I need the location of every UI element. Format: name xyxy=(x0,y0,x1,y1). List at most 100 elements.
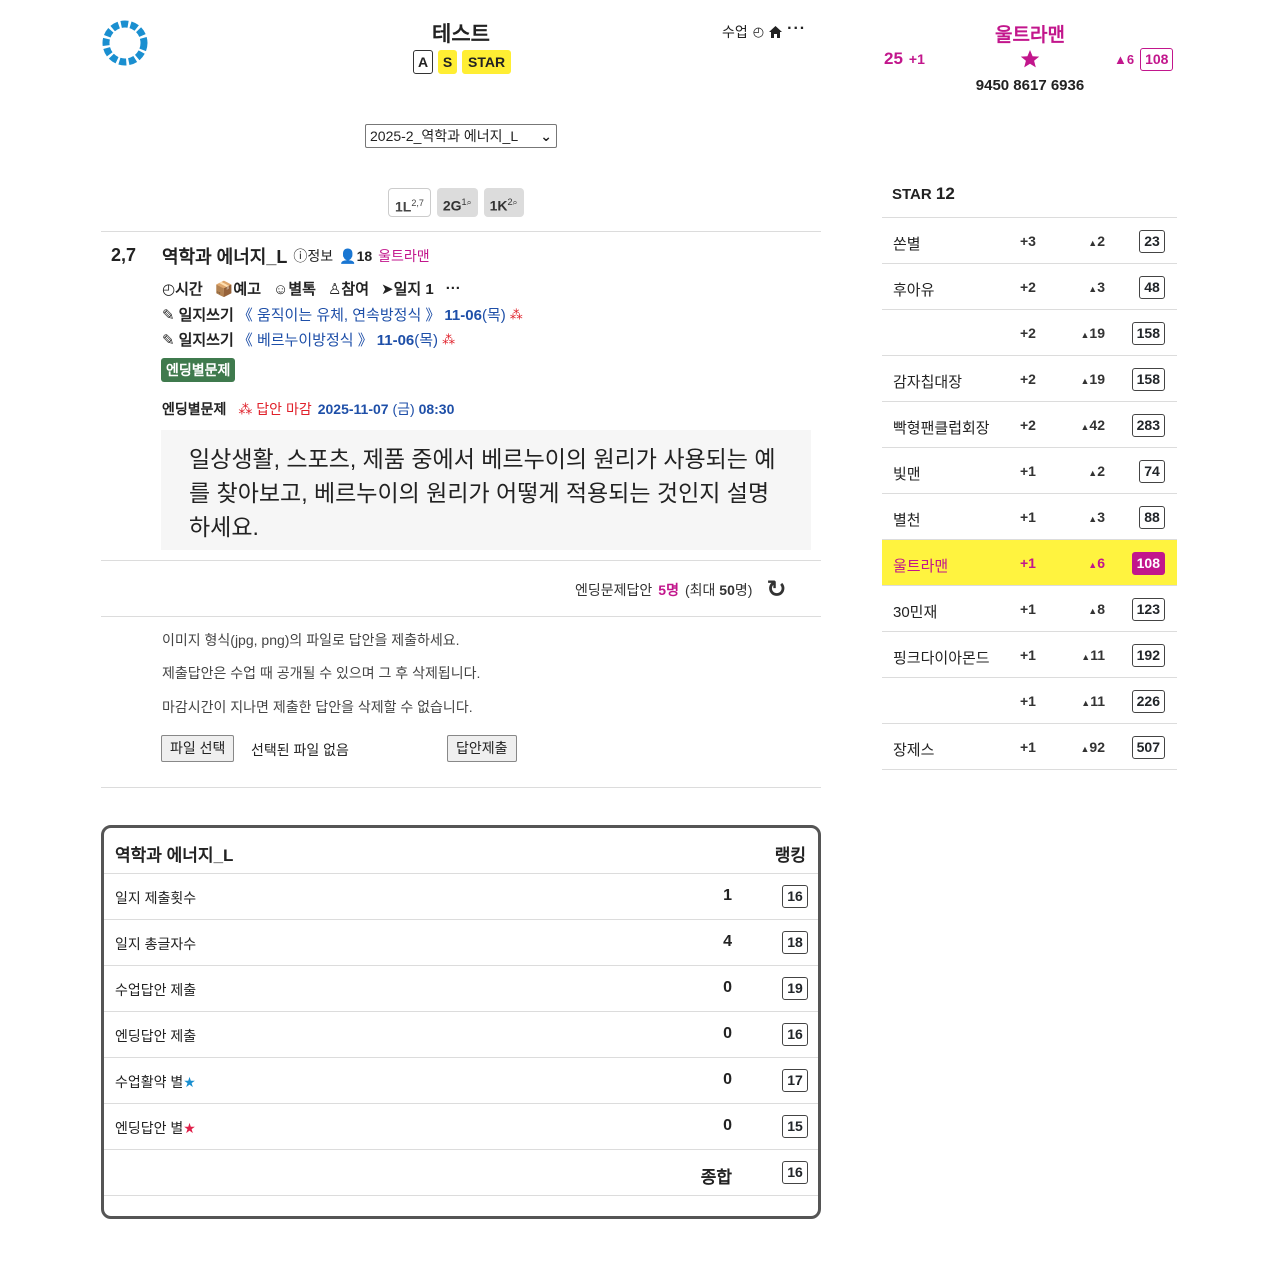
leaderboard-row[interactable]: 울트라맨 +1 ▲6 108 xyxy=(882,539,1177,585)
leaderboard-row[interactable]: 30민재 +1 ▲8 123 xyxy=(882,585,1177,631)
stats-panel: 역학과 에너지_L 랭킹 일지 제출횟수 1 16 일지 총글자수 4 18 수업답안 … xyxy=(101,825,821,1219)
level-badges: A S STAR xyxy=(413,50,512,74)
info-link[interactable]: ⓘ정보 xyxy=(293,246,333,266)
leaderboard-title: STAR 12 xyxy=(892,184,955,203)
app-title: 테스트 xyxy=(432,23,490,46)
stats-row: 엔딩답안 제출 0 16 xyxy=(104,1012,818,1058)
journal-item[interactable]: ✎ 일지쓰기 《 움직이는 유체, 연속방정식 》 11-06(목) ⁂ xyxy=(162,304,523,325)
lesson-number: 2,7 xyxy=(111,245,137,265)
file-status: 선택된 파일 없음 xyxy=(251,742,349,758)
leaderboard-row[interactable]: 빛맨 +1 ▲2 74 xyxy=(882,447,1177,493)
leaderboard-change: ▲42 xyxy=(1080,417,1106,433)
leaderboard-plus: +1 xyxy=(1020,555,1036,571)
chat-icon: ☺ xyxy=(273,281,289,298)
separate-talk-button[interactable]: ☺별톡 xyxy=(273,278,316,299)
leaderboard-row[interactable]: +2 ▲19 158 xyxy=(882,309,1177,355)
divider xyxy=(101,231,821,232)
leaderboard-plus: +2 xyxy=(1020,325,1036,341)
notice-text: 마감시간이 지나면 제출한 답안을 삭제할 수 없습니다. xyxy=(162,699,473,715)
more-menu-icon[interactable]: ··· xyxy=(787,20,806,38)
time-button[interactable]: ◴시간 xyxy=(162,278,203,299)
class-link[interactable]: 수업 xyxy=(722,22,748,42)
leaderboard-name: 핑크다이아몬드 xyxy=(893,650,990,667)
deadline-row: 엔딩별문제 ⁂ 답안 마감 2025-11-07 (금) 08:30 xyxy=(162,399,454,419)
user-score-value: 25 xyxy=(884,49,903,68)
red-star-icon: ★ xyxy=(183,1120,196,1136)
leaderboard-name: 30민재 xyxy=(893,604,938,621)
leaderboard-change: ▲11 xyxy=(1081,693,1105,709)
leaderboard-row[interactable]: 빡형팬클럽회장 +2 ▲42 283 xyxy=(882,401,1177,447)
stats-row: 일지 총글자수 4 18 xyxy=(104,920,818,966)
leaderboard-change: ▲92 xyxy=(1080,739,1106,755)
book-icon: 📦 xyxy=(214,281,234,298)
blue-star-icon: ★ xyxy=(183,1074,196,1090)
level-tab-1l[interactable]: 1L2,7 xyxy=(388,188,431,217)
leaderboard-row[interactable]: +1 ▲11 226 xyxy=(882,677,1177,723)
stats-row: 수업활약 별★ 0 17 xyxy=(104,1058,818,1104)
preview-button[interactable]: 📦예고 xyxy=(215,278,261,299)
stats-header: 역학과 에너지_L 랭킹 xyxy=(104,828,818,874)
stats-row: 수업답안 제출 0 19 xyxy=(104,966,818,1012)
chevron-down-icon: ⌄ xyxy=(540,128,552,144)
person-icon: ♙ xyxy=(327,281,342,298)
ending-problem-tag[interactable]: 엔딩별문제 xyxy=(161,358,236,382)
leaderboard-row[interactable]: 별천 +1 ▲3 88 xyxy=(882,493,1177,539)
journal-item[interactable]: ✎ 일지쓰기 《 베르누이방정식 》 11-06(목) ⁂ xyxy=(162,329,455,350)
leaderboard-rank: 158 xyxy=(1131,368,1165,391)
home-icon[interactable] xyxy=(769,26,783,38)
leaderboard-change: ▲11 xyxy=(1081,647,1105,663)
leaderboard-rank: 226 xyxy=(1131,690,1165,713)
new-spark-icon: ⁂ xyxy=(442,331,456,347)
leaderboard-name: 빡형팬클럽회장 xyxy=(893,420,990,437)
user-score-plus: +1 xyxy=(908,51,925,67)
leaderboard-plus: +1 xyxy=(1020,509,1036,525)
lesson-title[interactable]: 역학과 에너지_L xyxy=(162,243,287,269)
leaderboard-rank: 74 xyxy=(1139,460,1165,483)
leaderboard-rank: 283 xyxy=(1131,414,1165,437)
divider xyxy=(882,769,1177,770)
lesson-actions: ◴시간 📦예고 ☺별톡 ♙참여 ➤일지 1 ··· xyxy=(162,278,461,299)
question-text: 일상생활, 스포츠, 제품 중에서 베르누이의 원리가 사용되는 예를 찾아보고… xyxy=(161,430,811,550)
star-icon xyxy=(1020,50,1040,68)
logo-icon[interactable] xyxy=(101,19,149,67)
more-menu-icon[interactable]: ··· xyxy=(446,280,461,297)
notice-text: 제출답안은 수업 때 공개될 수 있으며 그 후 삭제됩니다. xyxy=(162,665,481,681)
clock-icon[interactable]: ◴ xyxy=(753,24,764,40)
leaderboard-row[interactable]: 후아유 +2 ▲3 48 xyxy=(882,263,1177,309)
leaderboard-row[interactable]: 핑크다이아몬드 +1 ▲11 192 xyxy=(882,631,1177,677)
teacher-name[interactable]: 울트라맨 xyxy=(378,246,430,266)
course-select-value: 2025-2_역학과 에너지_L xyxy=(370,128,519,144)
leaderboard-plus: +3 xyxy=(1020,233,1036,249)
journal-button[interactable]: ➤일지 1 xyxy=(381,278,434,299)
leaderboard-plus: +2 xyxy=(1020,417,1036,433)
course-select[interactable]: 2025-2_역학과 에너지_L ⌄ xyxy=(365,124,557,148)
level-tab-2g[interactable]: 2G1⌕ xyxy=(436,188,478,217)
leaderboard-plus: +1 xyxy=(1020,647,1036,663)
leaderboard-name: 장제스 xyxy=(893,742,935,759)
leaderboard-row[interactable]: 장제스 +1 ▲92 507 xyxy=(882,723,1177,769)
divider xyxy=(101,787,821,788)
leaderboard-name: 감자칩대장 xyxy=(893,374,963,391)
join-button[interactable]: ♙참여 xyxy=(328,278,369,299)
leaderboard-rank: 108 xyxy=(1131,552,1165,575)
leaderboard-row[interactable]: 쏜별 +3 ▲2 23 xyxy=(882,217,1177,263)
user-rank: ▲6 108 xyxy=(1114,48,1174,71)
leaderboard-name: 빛맨 xyxy=(893,466,921,483)
leaderboard-row[interactable]: 감자칩대장 +2 ▲19 158 xyxy=(882,355,1177,401)
leaderboard-rank: 507 xyxy=(1131,736,1165,759)
send-icon: ➤ xyxy=(381,281,394,298)
badge-s: S xyxy=(438,50,457,74)
refresh-icon[interactable]: ↻ xyxy=(766,575,786,604)
pencil-icon: ✎ xyxy=(162,331,175,349)
submit-answer-button[interactable]: 답안제출 xyxy=(447,735,517,762)
pencil-icon: ✎ xyxy=(162,306,175,324)
user-name[interactable]: 울트라맨 xyxy=(980,20,1080,47)
deadline-datetime: 2025-11-07 (금) 08:30 xyxy=(317,401,455,417)
search-icon: ⌕ xyxy=(512,197,518,207)
file-select-button[interactable]: 파일 선택 xyxy=(161,735,235,762)
level-tab-1k[interactable]: 1K2⌕ xyxy=(483,188,524,217)
leaderboard-plus: +2 xyxy=(1020,279,1036,295)
top-actions: 수업 ◴ ··· xyxy=(722,20,806,42)
leaderboard-change: ▲3 xyxy=(1088,509,1105,525)
clock-icon: ◴ xyxy=(162,281,176,298)
